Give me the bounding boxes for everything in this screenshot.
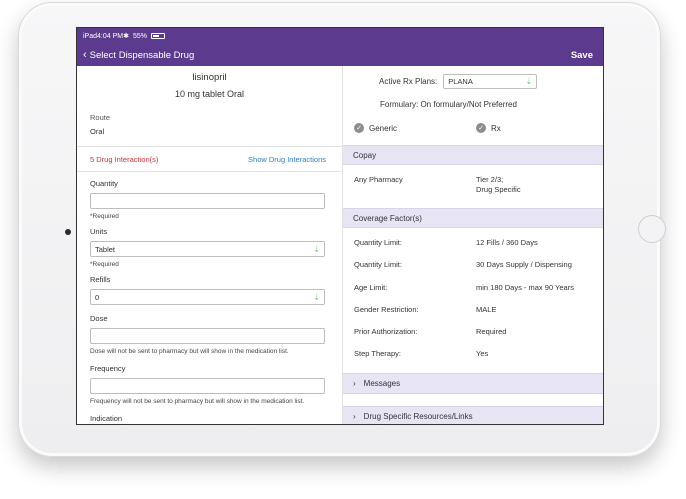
- coverage-row: Step Therapy: Yes: [354, 349, 603, 359]
- refills-value: 0: [95, 292, 100, 302]
- quantity-required-hint: *Required: [90, 213, 119, 220]
- rx-plans-label: Active Rx Plans:: [379, 77, 438, 86]
- chevron-right-icon: ›: [353, 412, 356, 421]
- status-bar: iPad 4:04 PM ✱ 55%: [77, 28, 603, 44]
- coverage-row: Quantity Limit: 30 Days Supply / Dispens…: [354, 260, 603, 270]
- resources-expander[interactable]: › Drug Specific Resources/Links: [343, 406, 603, 424]
- coverage-value: MALE: [476, 304, 497, 314]
- battery-percent: 55%: [132, 32, 147, 40]
- coverage-header: Coverage Factor(s): [343, 208, 603, 229]
- dose-label: Dose: [90, 314, 108, 323]
- rx-attribute: ✓ Rx: [476, 123, 598, 133]
- quantity-label: Quantity: [90, 179, 118, 188]
- units-value: Tablet: [95, 244, 116, 254]
- coverage-row: Gender Restriction: MALE: [354, 305, 603, 315]
- front-camera: [65, 229, 71, 235]
- chevron-down-icon: ⇣: [525, 77, 533, 86]
- show-interactions-link[interactable]: Show Drug Interactions: [248, 155, 326, 164]
- bluetooth-icon: ✱: [123, 33, 129, 40]
- dose-input[interactable]: [90, 328, 325, 344]
- frequency-label: Frequency: [90, 364, 126, 373]
- back-label: Select Dispensable Drug: [89, 49, 195, 61]
- messages-expander[interactable]: › Messages: [343, 373, 603, 394]
- interaction-count: 5 Drug Interaction(s): [90, 154, 159, 164]
- coverage-key: Prior Authorization:: [354, 326, 418, 336]
- copay-value-line2: Drug Specific: [476, 185, 521, 195]
- battery-icon: [150, 33, 165, 39]
- chevron-down-icon: ⇣: [313, 244, 320, 254]
- copay-value: Tier 2/3; Drug Specific: [476, 175, 603, 195]
- check-circle-icon: ✓: [476, 123, 486, 133]
- refills-label: Refills: [90, 275, 111, 284]
- drug-attributes: ✓ Generic ✓ Rx: [354, 123, 603, 133]
- refills-select[interactable]: 0 ⇣: [90, 289, 325, 305]
- save-button[interactable]: Save: [571, 50, 593, 61]
- indication-label: Indication: [90, 414, 123, 423]
- coverage-value: Required: [476, 326, 507, 336]
- coverage-panel: Active Rx Plans: PLANA ⇣ Formulary: On f…: [343, 66, 603, 424]
- interactions-row: 5 Drug Interaction(s) Show Drug Interact…: [77, 146, 342, 172]
- main-content: lisinopril 10 mg tablet Oral Route Oral …: [77, 66, 603, 424]
- rx-plans-row: Active Rx Plans: PLANA ⇣: [379, 74, 603, 89]
- rx-label: Rx: [491, 123, 501, 133]
- coverage-value: Yes: [476, 348, 489, 358]
- coverage-value: min 180 Days - max 90 Years: [476, 282, 574, 292]
- quantity-input[interactable]: [90, 193, 325, 209]
- copay-header: Copay: [343, 145, 603, 165]
- frequency-input[interactable]: [90, 378, 325, 394]
- chevron-right-icon: ›: [353, 379, 356, 388]
- copay-value-line1: Tier 2/3;: [476, 175, 504, 184]
- coverage-key: Gender Restriction:: [354, 304, 419, 314]
- coverage-row: Age Limit: min 180 Days - max 90 Years: [354, 283, 603, 293]
- carrier-label: iPad: [83, 32, 98, 40]
- coverage-value: 12 Fills / 360 Days: [476, 238, 538, 248]
- chevron-down-icon: ⇣: [313, 292, 320, 302]
- chevron-left-icon: ‹: [83, 49, 87, 61]
- units-required-hint: *Required: [90, 261, 119, 268]
- nav-bar: ‹ Select Dispensable Drug Save: [77, 44, 603, 66]
- drug-form: 10 mg tablet Oral: [174, 89, 245, 99]
- copay-key: Any Pharmacy: [354, 175, 403, 184]
- resources-label: Drug Specific Resources/Links: [363, 412, 473, 421]
- coverage-key: Quantity Limit:: [354, 260, 402, 270]
- route-label: Route: [90, 113, 111, 122]
- generic-attribute: ✓ Generic: [354, 123, 476, 133]
- coverage-key: Quantity Limit:: [354, 238, 402, 248]
- prescription-form-panel: lisinopril 10 mg tablet Oral Route Oral …: [77, 66, 343, 424]
- dose-hint: Dose will not be sent to pharmacy but wi…: [90, 348, 289, 355]
- back-button[interactable]: ‹ Select Dispensable Drug: [83, 49, 194, 61]
- route-value: Oral: [90, 127, 105, 136]
- frequency-hint: Frequency will not be sent to pharmacy b…: [90, 398, 305, 405]
- coverage-key: Step Therapy:: [354, 348, 401, 358]
- formulary-status: Formulary: On formulary/Not Preferred: [380, 100, 517, 109]
- drug-name: lisinopril: [192, 72, 227, 83]
- coverage-value: 30 Days Supply / Dispensing: [476, 260, 572, 270]
- rx-plans-select[interactable]: PLANA ⇣: [443, 74, 538, 89]
- generic-label: Generic: [369, 123, 398, 133]
- check-circle-icon: ✓: [354, 123, 364, 133]
- home-button[interactable]: [638, 215, 666, 243]
- copay-row: Any Pharmacy Tier 2/3; Drug Specific: [354, 175, 603, 195]
- app-screen: iPad 4:04 PM ✱ 55% ‹ Select Dispensable …: [76, 27, 604, 425]
- coverage-row: Prior Authorization: Required: [354, 327, 603, 337]
- status-right: ✱ 55%: [123, 28, 597, 44]
- coverage-key: Age Limit:: [354, 282, 388, 292]
- units-select[interactable]: Tablet ⇣: [90, 241, 325, 257]
- rx-plans-value: PLANA: [448, 77, 473, 86]
- messages-label: Messages: [363, 379, 401, 388]
- coverage-row: Quantity Limit: 12 Fills / 360 Days: [354, 238, 603, 248]
- units-label: Units: [90, 227, 108, 236]
- clock: 4:04 PM: [97, 32, 124, 40]
